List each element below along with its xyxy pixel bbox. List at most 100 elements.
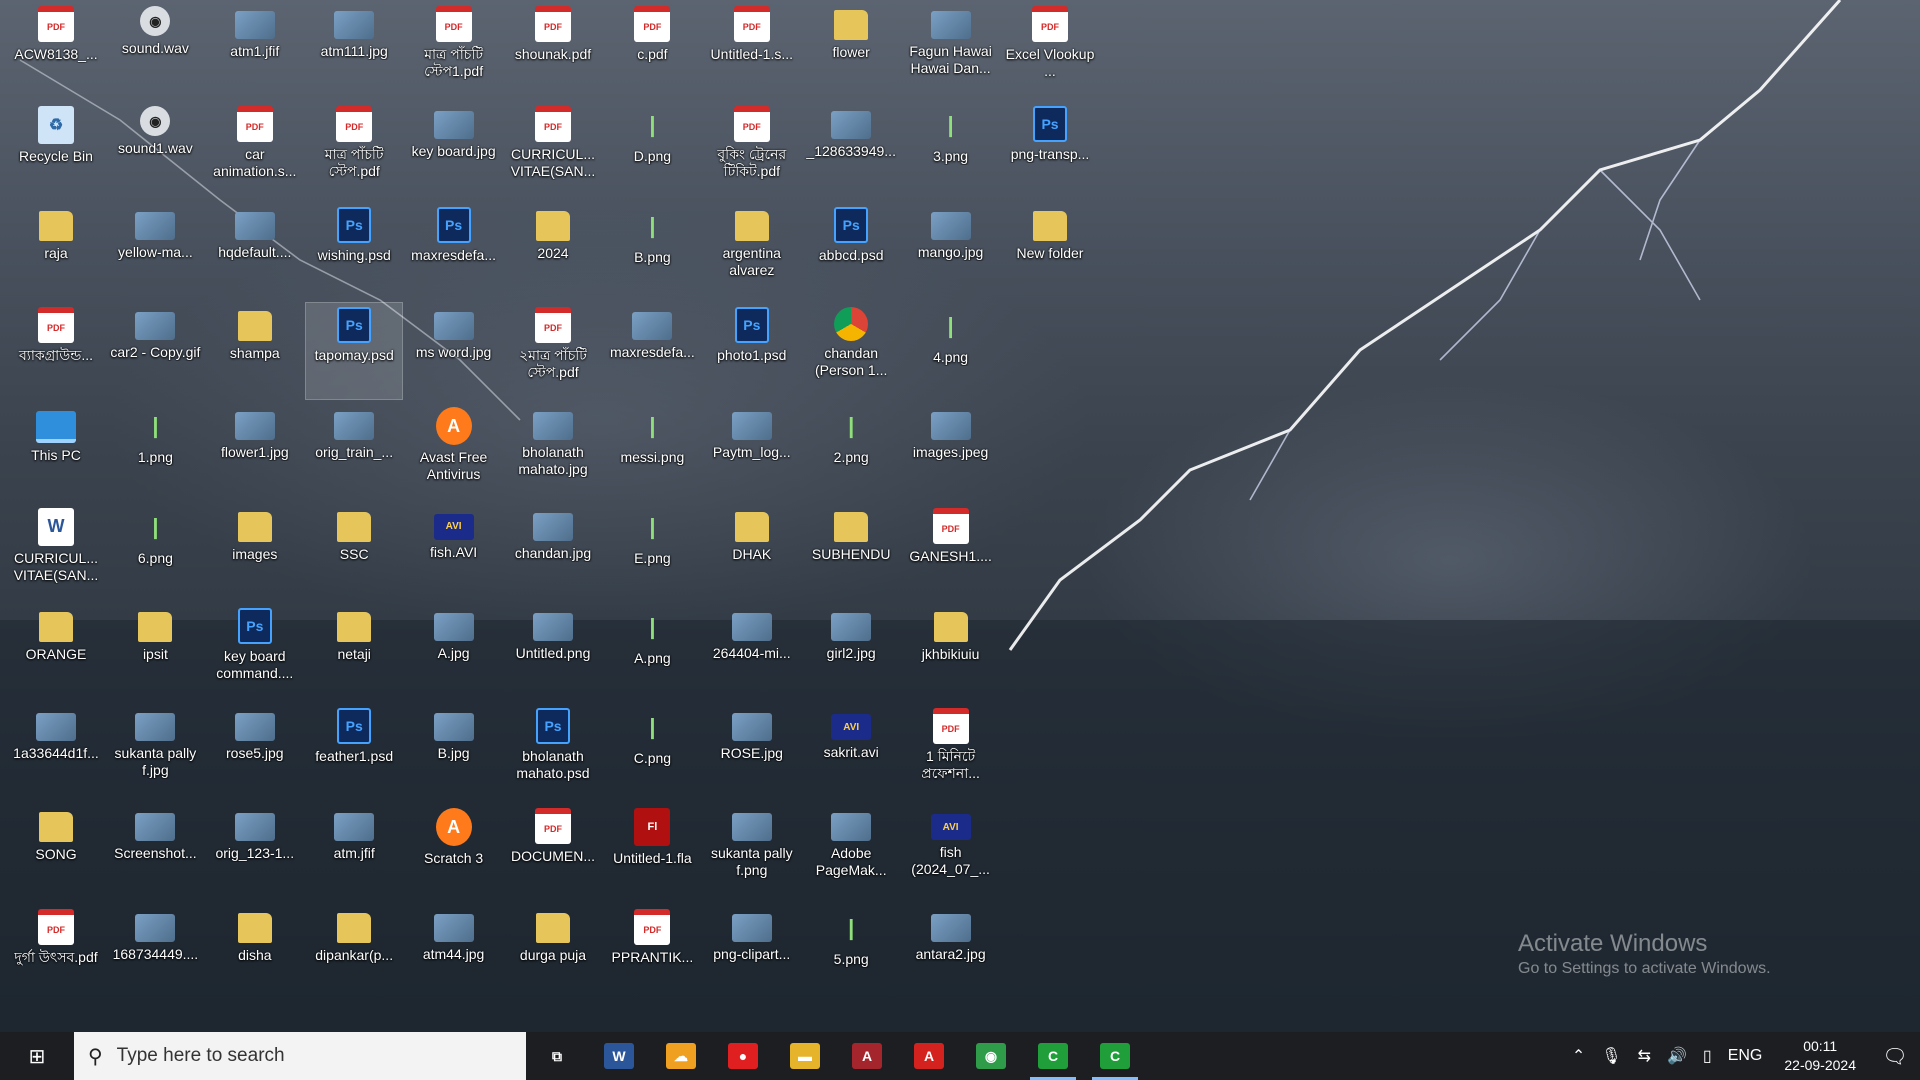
desktop-icon[interactable]: | C.png — [604, 704, 700, 800]
desktop-icon[interactable]: | D.png — [604, 102, 700, 198]
microphone-icon[interactable]: 🎙 — [1593, 1046, 1629, 1066]
taskbar-app-chrome[interactable]: ◉ — [960, 1032, 1022, 1080]
desktop-icon[interactable]: disha — [207, 905, 303, 1001]
desktop-icon[interactable]: hqdefault.... — [207, 203, 303, 299]
desktop-icon[interactable]: atm.jfif — [306, 804, 402, 900]
desktop-icon[interactable]: images.jpeg — [903, 403, 999, 499]
desktop-icon[interactable]: ipsit — [107, 604, 203, 700]
desktop-icon[interactable]: Ps tapomay.psd — [305, 301, 404, 400]
desktop-icon[interactable]: dipankar(p... — [306, 905, 402, 1001]
volume-icon[interactable]: 🔊 — [1659, 1046, 1695, 1066]
desktop-icon[interactable]: New folder — [1002, 203, 1098, 299]
desktop-icon[interactable]: | 5.png — [803, 905, 899, 1001]
desktop-icon[interactable]: AVI fish.AVI — [406, 504, 502, 600]
desktop-icon[interactable]: argentina alvarez — [704, 203, 800, 299]
language-indicator[interactable]: ENG — [1720, 1047, 1771, 1065]
desktop-icon[interactable]: PDF shounak.pdf — [505, 2, 601, 98]
desktop-icon[interactable]: Fagun Hawai Hawai Dan... — [903, 2, 999, 98]
desktop-icon[interactable]: mango.jpg — [903, 203, 999, 299]
desktop-icon[interactable]: orig_train_... — [306, 403, 402, 499]
desktop-icon[interactable]: PDF মাত্র পাঁচটি স্টেপ.pdf — [306, 102, 402, 198]
desktop-icon[interactable]: PDF PPRANTIK... — [604, 905, 700, 1001]
desktop-icon[interactable]: This PC — [8, 403, 104, 499]
desktop-icon[interactable]: orig_123-1... — [207, 804, 303, 900]
desktop-icon[interactable]: atm44.jpg — [406, 905, 502, 1001]
desktop-icon[interactable]: 168734449.... — [107, 905, 203, 1001]
desktop-icon[interactable]: ROSE.jpg — [704, 704, 800, 800]
desktop-icon[interactable]: Ps wishing.psd — [306, 203, 402, 299]
desktop-icon[interactable]: PDF CURRICUL... VITAE(SAN... — [505, 102, 601, 198]
clock[interactable]: 00:11 22-09-2024 — [1770, 1037, 1870, 1075]
desktop-icon[interactable]: AVI fish (2024_07_... — [903, 804, 999, 900]
desktop-icon[interactable]: PDF DOCUMEN... — [505, 804, 601, 900]
desktop-icon[interactable]: netaji — [306, 604, 402, 700]
desktop-icon[interactable]: flower1.jpg — [207, 403, 303, 499]
desktop-icon[interactable]: antara2.jpg — [903, 905, 999, 1001]
desktop-icon[interactable]: PDF 1 মিনিটে প্রফেশনা... — [903, 704, 999, 800]
taskbar-app-file-explorer[interactable]: ▬ — [774, 1032, 836, 1080]
desktop-icon[interactable]: Ps photo1.psd — [704, 303, 800, 399]
taskbar-app-task-view[interactable]: ⧉ — [526, 1032, 588, 1080]
desktop-icon[interactable]: | 3.png — [903, 102, 999, 198]
desktop-icon[interactable]: A.jpg — [406, 604, 502, 700]
desktop-icon[interactable]: PDF ২মাত্র পাঁচটি স্টেপ.pdf — [505, 303, 601, 399]
desktop-icon[interactable]: atm111.jpg — [306, 2, 402, 98]
desktop-icon[interactable]: girl2.jpg — [803, 604, 899, 700]
desktop-icon[interactable]: | B.png — [604, 203, 700, 299]
desktop-icon[interactable]: png-clipart... — [704, 905, 800, 1001]
desktop-icon[interactable]: ◉ sound.wav — [107, 2, 203, 98]
desktop-icon[interactable]: sukanta pally f.jpg — [107, 704, 203, 800]
desktop-icon[interactable]: AVI sakrit.avi — [803, 704, 899, 800]
desktop-icon[interactable]: ms word.jpg — [406, 303, 502, 399]
desktop-icon[interactable]: sukanta pally f.png — [704, 804, 800, 900]
desktop-icon[interactable]: | 2.png — [803, 403, 899, 499]
taskbar-search-box[interactable]: ⚲ Type here to search — [74, 1032, 526, 1080]
taskbar-app-access[interactable]: A — [836, 1032, 898, 1080]
desktop-icon[interactable]: PDF GANESH1.... — [903, 504, 999, 600]
desktop-icon[interactable]: Fl Untitled-1.fla — [604, 804, 700, 900]
desktop-icon[interactable]: Adobe PageMak... — [803, 804, 899, 900]
desktop-icon[interactable]: _128633949... — [803, 102, 899, 198]
desktop-icon[interactable]: SSC — [306, 504, 402, 600]
taskbar-app-camtasia-1[interactable]: C — [1022, 1032, 1084, 1080]
desktop-icon[interactable]: PDF Excel Vlookup ... — [1002, 2, 1098, 98]
desktop-icon[interactable]: car2 - Copy.gif — [107, 303, 203, 399]
desktop-icon[interactable]: | A.png — [604, 604, 700, 700]
desktop-icon[interactable]: Ps png-transp... — [1002, 102, 1098, 198]
desktop-icon[interactable]: PDF মাত্র পাঁচটি স্টেপ1.pdf — [406, 2, 502, 98]
desktop-icon[interactable]: chandan (Person 1... — [803, 303, 899, 399]
desktop-icon[interactable]: Ps bholanath mahato.psd — [505, 704, 601, 800]
desktop-icon[interactable]: flower — [803, 2, 899, 98]
desktop-icon[interactable]: SUBHENDU — [803, 504, 899, 600]
desktop-icon[interactable]: Ps maxresdefa... — [406, 203, 502, 299]
desktop-icon[interactable]: 1a33644d1f... — [8, 704, 104, 800]
notification-center-icon[interactable]: 🗨 — [1870, 1044, 1920, 1069]
start-button[interactable]: ⊞ — [0, 1032, 74, 1080]
desktop-icon[interactable]: | 6.png — [107, 504, 203, 600]
taskbar-app-acrobat[interactable]: A — [898, 1032, 960, 1080]
desktop-icon[interactable]: PDF Untitled-1.s... — [704, 2, 800, 98]
desktop-icon[interactable]: Paytm_log... — [704, 403, 800, 499]
taskbar-app-camtasia-2[interactable]: C — [1084, 1032, 1146, 1080]
desktop-icon[interactable]: atm1.jfif — [207, 2, 303, 98]
desktop-icon[interactable]: PDF ব্যাকগ্রাউন্ড... — [8, 303, 104, 399]
desktop-icon[interactable]: Ps abbcd.psd — [803, 203, 899, 299]
desktop-icon[interactable]: Untitled.png — [505, 604, 601, 700]
desktop-icon[interactable]: Ps key board command.... — [207, 604, 303, 700]
desktop-icon[interactable]: | messi.png — [604, 403, 700, 499]
taskbar-app-screen-recorder[interactable]: ● — [712, 1032, 774, 1080]
desktop-icon[interactable]: raja — [8, 203, 104, 299]
desktop-icon[interactable]: PDF ACW8138_... — [8, 2, 104, 98]
desktop-icon[interactable]: A Scratch 3 — [406, 804, 502, 900]
desktop-icon[interactable]: Ps feather1.psd — [306, 704, 402, 800]
desktop-icon[interactable]: A Avast Free Antivirus — [406, 403, 502, 499]
desktop-icon[interactable]: jkhbikiuiu — [903, 604, 999, 700]
desktop-icon[interactable]: chandan.jpg — [505, 504, 601, 600]
desktop-icon[interactable]: DHAK — [704, 504, 800, 600]
desktop-icon[interactable]: SONG — [8, 804, 104, 900]
desktop-icon[interactable]: durga puja — [505, 905, 601, 1001]
chevron-up-icon[interactable]: ⌃ — [1564, 1046, 1593, 1066]
desktop-icon[interactable]: B.jpg — [406, 704, 502, 800]
desktop-icon[interactable]: | 1.png — [107, 403, 203, 499]
desktop-icon[interactable]: PDF দুর্গা উৎসব.pdf — [8, 905, 104, 1001]
